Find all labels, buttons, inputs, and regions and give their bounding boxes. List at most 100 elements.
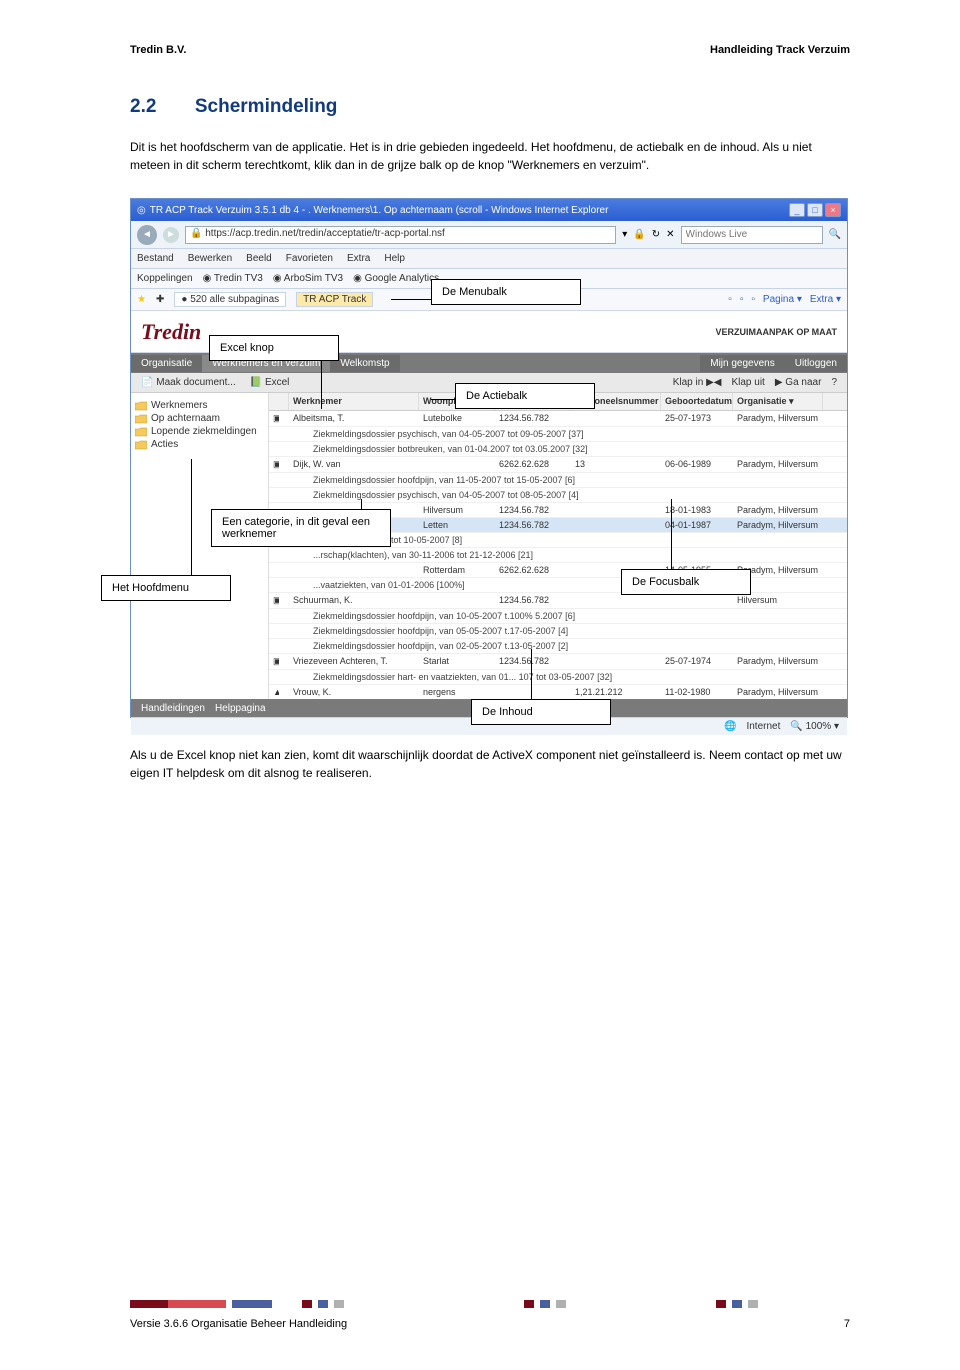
row-expand-icon[interactable]: ▲ bbox=[269, 685, 279, 699]
print-icon[interactable]: ▫ bbox=[751, 294, 755, 305]
row-expand-icon[interactable]: ▣ bbox=[269, 457, 279, 472]
make-document-link[interactable]: 📄 Maak document... bbox=[141, 377, 236, 388]
color-segment bbox=[748, 1300, 758, 1308]
table-row[interactable]: Rotterdam6262.62.62814-05-1955Paradym, H… bbox=[269, 563, 847, 578]
link-item[interactable]: ◉ Tredin TV3 bbox=[203, 273, 263, 284]
menu-help[interactable]: Help bbox=[384, 253, 405, 264]
status-link[interactable]: Helppagina bbox=[215, 703, 266, 714]
column-header[interactable]: Organisatie ▾ bbox=[733, 393, 823, 410]
table-sub-row[interactable]: Ziekmeldingsdossier hoofdpijn, van 05-05… bbox=[269, 624, 847, 639]
cell bbox=[571, 518, 661, 532]
color-segment bbox=[540, 1300, 550, 1308]
table-row[interactable]: ▣Dijk, W. van6262.62.6281306-06-1989Para… bbox=[269, 457, 847, 473]
search-icon[interactable]: 🔍 bbox=[829, 229, 841, 240]
header-right: Handleiding Track Verzuim bbox=[710, 44, 850, 56]
table-sub-row[interactable]: ...rschap(klachten), van 30-11-2006 tot … bbox=[269, 548, 847, 563]
maximize-button[interactable]: □ bbox=[807, 203, 823, 217]
cell: nergens bbox=[419, 685, 495, 699]
column-header[interactable]: Geboortedatum ▾ bbox=[661, 393, 733, 410]
action-link[interactable]: ▶ Ga naar bbox=[775, 377, 822, 388]
color-segment bbox=[344, 1300, 524, 1308]
cell: 1234.56.782 bbox=[495, 411, 571, 426]
table-sub-row[interactable]: Ziekmeldingsdossier hoofdpijn, van 02-05… bbox=[269, 639, 847, 654]
app-tab[interactable]: Organisatie bbox=[131, 355, 202, 372]
table-sub-row[interactable]: Ziekmeldingsdossier psychisch, van 04-05… bbox=[269, 488, 847, 503]
table-sub-row[interactable]: ...vaatziekten, van 01-01-2006 [100%] bbox=[269, 578, 847, 593]
home-icon[interactable]: ▫ bbox=[728, 294, 732, 305]
row-expand-icon[interactable]: ▣ bbox=[269, 593, 279, 608]
go-button[interactable]: ▾ bbox=[622, 229, 627, 240]
screenshot-figure: ◎ TR ACP Track Verzuim 3.5.1 db 4 - . We… bbox=[130, 198, 848, 718]
action-link[interactable]: ? bbox=[831, 377, 837, 388]
side-folder[interactable]: Werknemers bbox=[135, 399, 264, 412]
status-link[interactable]: Handleidingen bbox=[141, 703, 205, 714]
menu-bewerken[interactable]: Bewerken bbox=[188, 253, 232, 264]
favorites-star-icon[interactable]: ★ bbox=[137, 294, 146, 305]
table-sub-row[interactable]: Ziekmeldingsdossier psychisch, van 04-05… bbox=[269, 427, 847, 442]
cell: Paradym, Hilversum bbox=[733, 457, 823, 472]
row-expand-icon[interactable] bbox=[269, 563, 279, 577]
stop-button[interactable]: ✕ bbox=[666, 229, 674, 240]
action-link[interactable]: Klap uit bbox=[731, 377, 764, 388]
menu-extra[interactable]: Extra bbox=[347, 253, 370, 264]
refresh-button[interactable]: ↻ bbox=[652, 229, 660, 240]
add-favorite-icon[interactable]: ✚ bbox=[156, 294, 164, 305]
link-item[interactable]: Koppelingen bbox=[137, 273, 193, 284]
callout-menubalk: De Menubalk bbox=[431, 279, 581, 305]
minimize-button[interactable]: _ bbox=[789, 203, 805, 217]
color-segment bbox=[566, 1300, 716, 1308]
intro-paragraph: Dit is het hoofdscherm van de applicatie… bbox=[130, 138, 850, 174]
toolbar-menu[interactable]: Extra ▾ bbox=[810, 294, 841, 305]
app-tab[interactable]: Welkomstp bbox=[330, 355, 399, 372]
forward-button[interactable]: ► bbox=[163, 227, 179, 243]
excel-button[interactable]: 📗 Excel bbox=[250, 377, 290, 388]
table-sub-row[interactable]: Ziekmeldingsdossier hart- en vaatziekten… bbox=[269, 670, 847, 685]
cell bbox=[571, 503, 661, 517]
side-folder[interactable]: Acties bbox=[135, 438, 264, 451]
cell: 1234.56.782 bbox=[495, 593, 571, 608]
action-link[interactable]: Klap in ▶◀ bbox=[673, 377, 722, 388]
zoom-control[interactable]: 🔍 100% ▾ bbox=[790, 721, 839, 732]
close-button[interactable]: × bbox=[825, 203, 841, 217]
tredin-logo: Tredin bbox=[141, 319, 201, 345]
table-row[interactable]: ▣Vriezeveen Achteren, T.Starlat1234.56.7… bbox=[269, 654, 847, 670]
cell: Paradym, Hilversum bbox=[733, 503, 823, 517]
table-sub-row[interactable]: Ziekmeldingsdossier botbreuken, van 01-0… bbox=[269, 442, 847, 457]
column-header[interactable]: Werknemer bbox=[289, 393, 419, 410]
color-segment bbox=[302, 1300, 312, 1308]
toolbar-menu[interactable]: Pagina ▾ bbox=[763, 294, 802, 305]
app-tab-right[interactable]: Uitloggen bbox=[785, 355, 847, 372]
back-button[interactable]: ◄ bbox=[137, 225, 157, 245]
table-row[interactable]: ▲Vrouw, K.nergens1,21.21.21211-02-1980Pa… bbox=[269, 685, 847, 699]
link-item[interactable]: ◉ ArboSim TV3 bbox=[273, 273, 343, 284]
cell: 1234.56.782 bbox=[495, 654, 571, 669]
app-tab-right[interactable]: Mijn gegevens bbox=[700, 355, 784, 372]
table-sub-row[interactable]: Ziekmeldingsdossier hoofdpijn, van 11-05… bbox=[269, 473, 847, 488]
row-expand-icon[interactable]: ▣ bbox=[269, 654, 279, 669]
excel-label: Excel bbox=[265, 377, 289, 388]
sub-pages-chip[interactable]: ● 520 alle subpaginas bbox=[174, 292, 286, 307]
ie-titlebar: ◎ TR ACP Track Verzuim 3.5.1 db 4 - . We… bbox=[131, 199, 847, 221]
column-header[interactable] bbox=[269, 393, 289, 410]
feed-icon[interactable]: ▫ bbox=[740, 294, 744, 305]
cell: Paradym, Hilversum bbox=[733, 518, 823, 532]
link-item[interactable]: ◉ Google Analytics bbox=[353, 273, 439, 284]
table-row[interactable]: ▣Albeitsma, T.Lutebolke1234.56.78225-07-… bbox=[269, 411, 847, 427]
cell: 6262.62.628 bbox=[495, 563, 571, 577]
cell: 1,21.21.212 bbox=[571, 685, 661, 699]
active-tab[interactable]: TR ACP Track bbox=[296, 292, 373, 307]
table-row[interactable]: ▣Schuurman, K.1234.56.782Hilversum bbox=[269, 593, 847, 609]
color-segment bbox=[232, 1300, 272, 1308]
url-field[interactable]: 🔒 https://acp.tredin.net/tredin/acceptat… bbox=[185, 226, 616, 244]
side-folder[interactable]: Op achternaam bbox=[135, 412, 264, 425]
search-input[interactable] bbox=[681, 226, 823, 244]
side-folder[interactable]: Lopende ziekmeldingen bbox=[135, 425, 264, 438]
row-expand-icon[interactable]: ▣ bbox=[269, 411, 279, 426]
menu-bestand[interactable]: Bestand bbox=[137, 253, 174, 264]
cell bbox=[289, 563, 419, 577]
menu-beeld[interactable]: Beeld bbox=[246, 253, 272, 264]
menu-favorieten[interactable]: Favorieten bbox=[286, 253, 333, 264]
table-sub-row[interactable]: Ziekmeldingsdossier hoofdpijn, van 10-05… bbox=[269, 609, 847, 624]
ie-window-title: TR ACP Track Verzuim 3.5.1 db 4 - . Werk… bbox=[150, 205, 609, 216]
cell: 6262.62.628 bbox=[495, 457, 571, 472]
